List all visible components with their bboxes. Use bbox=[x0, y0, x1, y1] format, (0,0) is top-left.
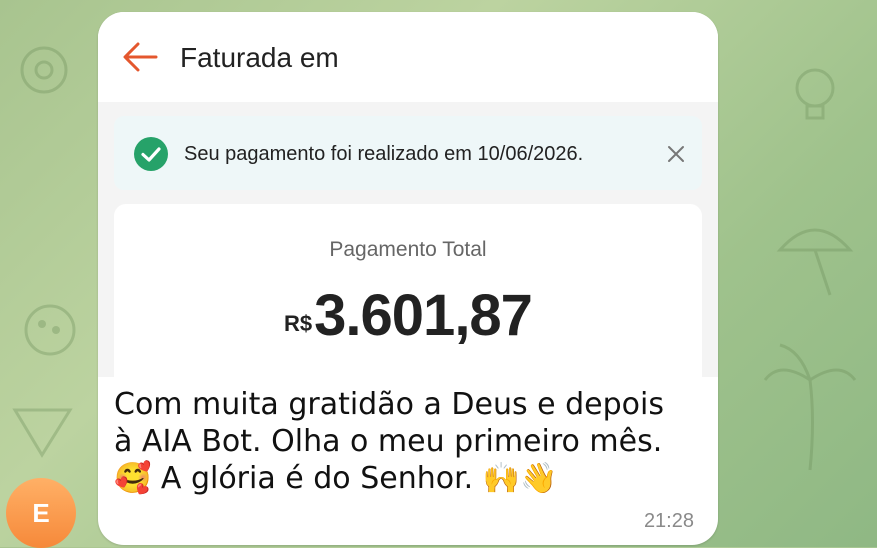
doodle-icon bbox=[24, 304, 76, 356]
message-text: Com muita gratidão a Deus e depois à AIA… bbox=[114, 386, 704, 497]
message-line: Com muita gratidão a Deus e depois bbox=[114, 387, 665, 422]
payment-total-card: Pagamento Total R$3.601,87 bbox=[114, 204, 702, 377]
close-icon[interactable] bbox=[664, 142, 688, 166]
avatar[interactable]: E bbox=[6, 478, 76, 548]
doodle-icon bbox=[795, 68, 835, 120]
payment-total-label: Pagamento Total bbox=[329, 238, 487, 261]
attached-screenshot[interactable]: Faturada em Seu pagamento foi realizado … bbox=[98, 12, 718, 377]
message-timestamp: 21:28 bbox=[643, 510, 694, 532]
message-line: 🥰 A glória é do Senhor. 🙌👋 bbox=[114, 461, 558, 496]
check-circle-icon bbox=[134, 137, 168, 171]
payment-success-notice: Seu pagamento foi realizado em 10/06/202… bbox=[114, 116, 702, 190]
doodle-icon bbox=[763, 343, 857, 471]
message-bubble[interactable]: Faturada em Seu pagamento foi realizado … bbox=[98, 12, 718, 545]
payment-total-amount: R$3.601,87 bbox=[114, 282, 702, 349]
page-title: Faturada em bbox=[180, 42, 339, 73]
message-line: à AIA Bot. Olha o meu primeiro mês. bbox=[114, 424, 663, 459]
currency-symbol: R$ bbox=[284, 311, 313, 336]
arrow-left-icon[interactable] bbox=[120, 40, 160, 74]
doodle-icon bbox=[20, 46, 68, 94]
app-header: Faturada em bbox=[98, 12, 718, 102]
amount-value: 3.601,87 bbox=[314, 283, 533, 348]
doodle-icon bbox=[12, 408, 73, 458]
doodle-icon bbox=[776, 228, 854, 296]
notice-text: Seu pagamento foi realizado em 10/06/202… bbox=[184, 143, 584, 165]
